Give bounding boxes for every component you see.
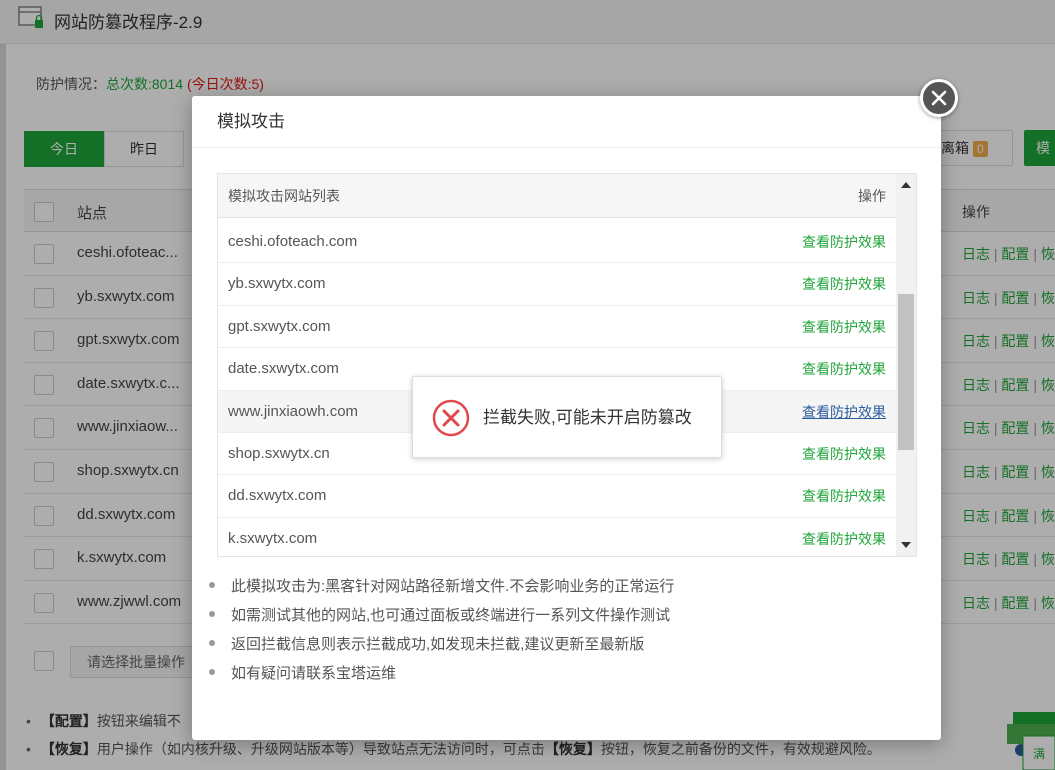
list-item: dd.sxwytx.com 查看防护效果 [218, 475, 896, 518]
list-site: ceshi.ofoteach.com [228, 233, 358, 250]
list-site: date.sxwytx.com [228, 360, 339, 378]
list-site: gpt.sxwytx.com [228, 317, 331, 335]
dialog-title: 模拟攻击 [192, 96, 941, 148]
error-circle-icon [432, 399, 470, 437]
view-effect-link[interactable]: 查看防护效果 [802, 348, 886, 390]
dialog-tips: 此模拟攻击为:黑客针对网站路径新增文件.不会影响业务的正常运行 如需测试其他的网… [209, 575, 674, 691]
close-dialog-button[interactable] [920, 79, 958, 117]
list-item: k.sxwytx.com 查看防护效果 [218, 518, 896, 556]
list-item: gpt.sxwytx.com 查看防护效果 [218, 306, 896, 349]
toast-message: 拦截失败,可能未开启防篡改 [483, 408, 692, 427]
scroll-thumb[interactable] [898, 294, 914, 450]
view-effect-link[interactable]: 查看防护效果 [802, 475, 886, 517]
error-toast: 拦截失败,可能未开启防篡改 [412, 376, 722, 458]
view-effect-link[interactable]: 查看防护效果 [802, 306, 886, 348]
list-site: www.jinxiaowh.com [228, 402, 359, 420]
list-site: k.sxwytx.com [228, 529, 318, 547]
view-effect-link[interactable]: 查看防护效果 [802, 263, 886, 305]
scroll-down-icon[interactable] [901, 542, 911, 548]
close-icon [931, 90, 947, 106]
list-header: 模拟攻击网站列表 操作 [218, 174, 896, 218]
attack-site-list: 模拟攻击网站列表 操作 ceshi.ofoteach.com 查看防护效果 yb.… [217, 173, 917, 557]
list-site: dd.sxwytx.com [228, 487, 327, 505]
list-site: yb.sxwytx.com [228, 275, 326, 293]
list-site: shop.sxwytx.cn [228, 444, 330, 462]
view-effect-link[interactable]: 查看防护效果 [802, 391, 886, 433]
view-effect-link[interactable]: 查看防护效果 [802, 433, 886, 475]
list-header-action: 操作 [858, 188, 886, 204]
list-item: yb.sxwytx.com 查看防护效果 [218, 263, 896, 306]
list-item: ceshi.ofoteach.com 查看防护效果 [218, 221, 896, 264]
tip-item: 返回拦截信息则表示拦截成功,如发现未拦截,建议更新至最新版 [209, 633, 674, 662]
scroll-up-icon[interactable] [901, 182, 911, 188]
list-scrollbar[interactable] [896, 174, 916, 556]
tip-item: 此模拟攻击为:黑客针对网站路径新增文件.不会影响业务的正常运行 [209, 575, 674, 604]
view-effect-link[interactable]: 查看防护效果 [802, 221, 886, 263]
list-header-sites: 模拟攻击网站列表 [228, 188, 340, 204]
view-effect-link[interactable]: 查看防护效果 [802, 518, 886, 556]
tip-item: 如需测试其他的网站,也可通过面板或终端进行一系列文件操作测试 [209, 604, 674, 633]
tip-item: 如有疑问请联系宝塔运维 [209, 662, 674, 691]
